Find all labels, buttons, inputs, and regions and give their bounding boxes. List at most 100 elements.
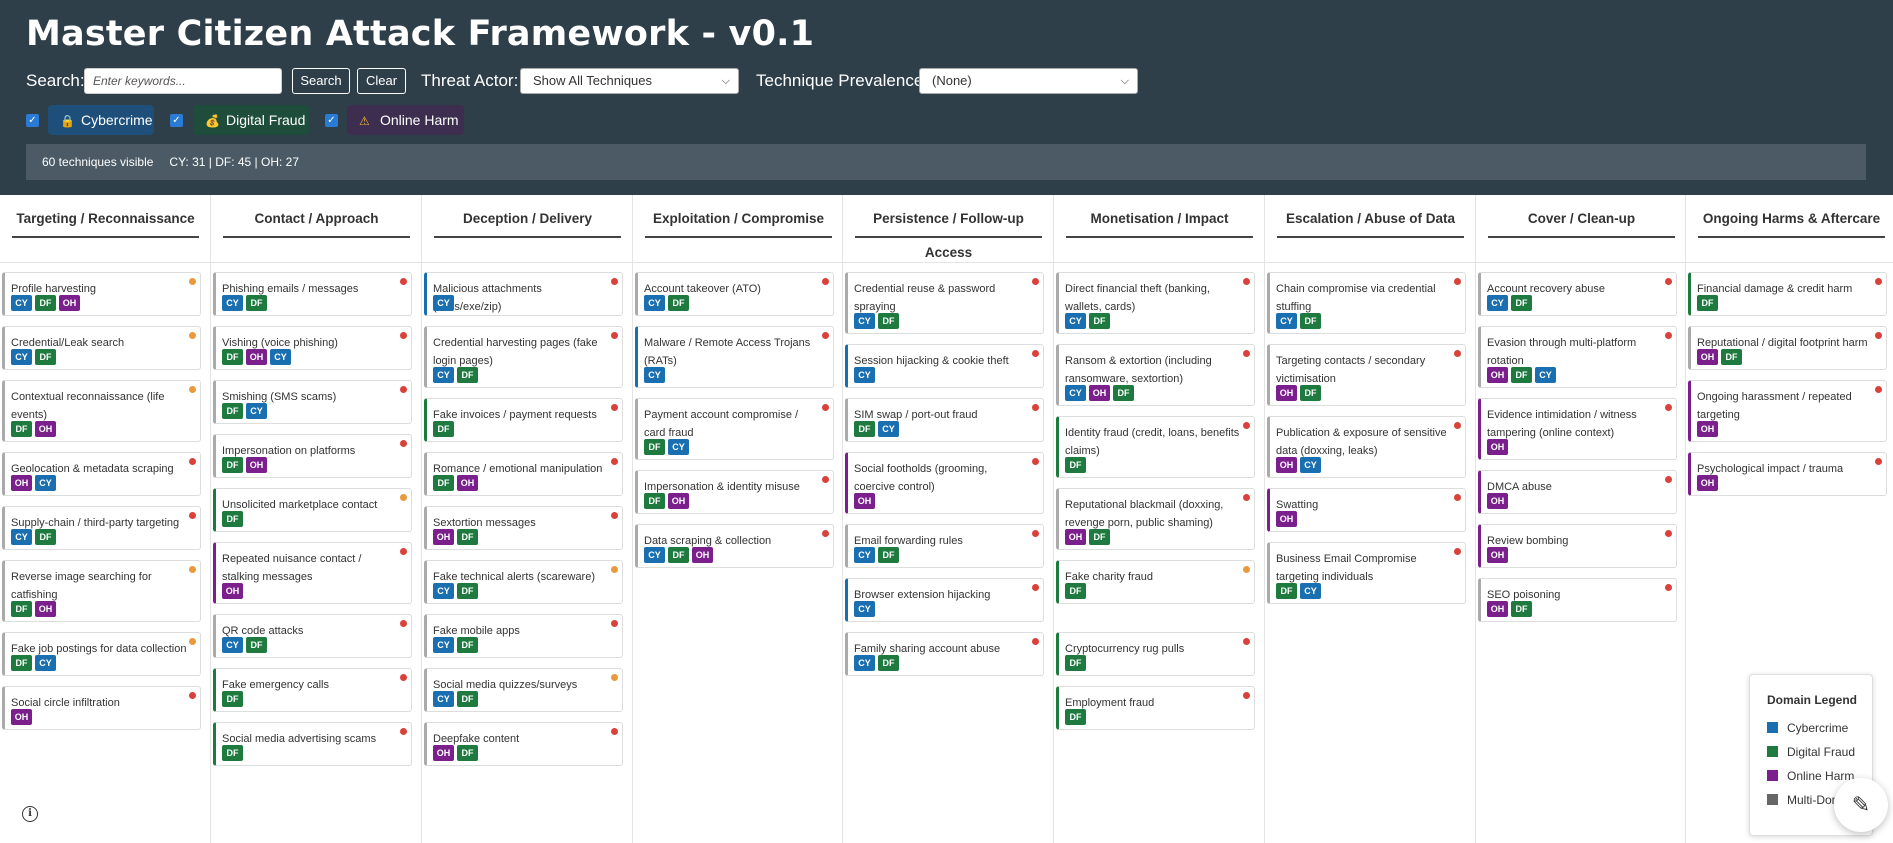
technique-card[interactable]: Social circle infiltration OH [2, 686, 201, 730]
technique-card[interactable]: Social footholds (grooming, coercive con… [845, 452, 1044, 514]
domain-tags: OH [1487, 493, 1508, 509]
clear-button[interactable]: Clear [357, 68, 406, 94]
prevalence-dot [1875, 458, 1882, 465]
prevalence-dot [1665, 530, 1672, 537]
technique-card[interactable]: QR code attacks CY DF [213, 614, 412, 658]
technique-card[interactable]: Evidence intimidation / witness tamperin… [1478, 398, 1677, 460]
technique-card[interactable]: Data scraping & collection CY DF OH [635, 524, 834, 568]
domain-tags: OH [1487, 439, 1508, 455]
legend-label: Cybercrime [1787, 721, 1849, 735]
technique-card[interactable]: Smishing (SMS scams) DF CY [213, 380, 412, 424]
domain-tag: OH [854, 493, 875, 509]
technique-card[interactable]: Publication & exposure of sensitive data… [1267, 416, 1466, 478]
technique-card[interactable]: Contextual reconnaissance (life events) D… [2, 380, 201, 442]
pencil-icon[interactable]: ✎ [1834, 778, 1888, 832]
technique-card[interactable]: SIM swap / port-out fraud DF CY [845, 398, 1044, 442]
technique-card[interactable]: Fake invoices / payment requests DF [424, 398, 623, 442]
domain-tags: DF CY [11, 655, 56, 671]
technique-card[interactable]: Psychological impact / trauma OH [1688, 452, 1887, 496]
search-input[interactable]: Enter keywords... [84, 68, 282, 94]
search-button[interactable]: Search [292, 68, 350, 94]
technique-card[interactable]: Credential harvesting pages (fake login … [424, 326, 623, 388]
filter-online-harm[interactable]: ⚠ Online Harm [347, 105, 464, 135]
filter-cybercrime[interactable]: 🔒 Cybercrime [48, 105, 154, 135]
domain-tags: DF [1065, 709, 1086, 725]
technique-card[interactable]: Malicious attachments (docs/exe/zip) CY [424, 272, 623, 316]
technique-card[interactable]: Ransom & extortion (including ransomware… [1056, 344, 1255, 406]
technique-card[interactable]: Direct financial theft (banking, wallets… [1056, 272, 1255, 334]
technique-card[interactable]: Social media quizzes/surveys CY DF [424, 668, 623, 712]
column-underline [1066, 236, 1253, 238]
technique-card[interactable]: Cryptocurrency rug pulls DF [1056, 632, 1255, 676]
technique-card[interactable]: Geolocation & metadata scraping OH CY [2, 452, 201, 496]
technique-card[interactable]: Fake job postings for data collection DF C… [2, 632, 201, 676]
domain-tag: CY [35, 475, 56, 491]
technique-card[interactable]: Romance / emotional manipulation DF OH [424, 452, 623, 496]
technique-card[interactable]: Family sharing account abuse CY DF [845, 632, 1044, 676]
technique-card[interactable]: Session hijacking & cookie theft CY [845, 344, 1044, 388]
technique-card[interactable]: Credential reuse & password spraying CY DF [845, 272, 1044, 334]
technique-name: Publication & exposure of sensitive data… [1276, 427, 1447, 457]
technique-card[interactable]: Fake emergency calls DF [213, 668, 412, 712]
domain-tags: DF OH CY [222, 349, 291, 365]
technique-card[interactable]: Financial damage & credit harm DF [1688, 272, 1887, 316]
technique-card[interactable]: Browser extension hijacking CY [845, 578, 1044, 622]
technique-card[interactable]: Evasion through multi-platform rotation O… [1478, 326, 1677, 388]
prevalence-dot [1032, 350, 1039, 357]
technique-card[interactable]: Impersonation on platforms DF OH [213, 434, 412, 478]
technique-card[interactable]: Ongoing harassment / repeated targeting O… [1688, 380, 1887, 442]
technique-card[interactable]: Phishing emails / messages CY DF [213, 272, 412, 316]
column-header: Exploitation / Compromise [645, 202, 832, 238]
domain-tag: DF [1065, 655, 1086, 671]
threat-actor-select[interactable]: Show All Techniques ⌵ [520, 68, 739, 94]
technique-card[interactable]: Identity fraud (credit, loans, benefits … [1056, 416, 1255, 478]
info-icon[interactable]: i [22, 806, 38, 822]
technique-card[interactable]: Deepfake content OH DF [424, 722, 623, 766]
technique-card[interactable]: Supply-chain / third-party targeting CY DF [2, 506, 201, 550]
technique-card[interactable]: DMCA abuse OH [1478, 470, 1677, 514]
technique-card[interactable]: Business Email Compromise targeting indi… [1267, 542, 1466, 604]
prevalence-dot [1243, 350, 1250, 357]
filter-digital-fraud[interactable]: 💰 Digital Fraud [193, 105, 309, 135]
column-underline [1277, 236, 1464, 238]
technique-card[interactable]: Unsolicited marketplace contact DF [213, 488, 412, 532]
technique-card[interactable]: Sextortion messages OH DF [424, 506, 623, 550]
domain-tag: CY [1065, 313, 1086, 329]
technique-card[interactable]: Reputational / digital footprint harm OH D… [1688, 326, 1887, 370]
technique-card[interactable]: Vishing (voice phishing) DF OH CY [213, 326, 412, 370]
technique-card[interactable]: Fake technical alerts (scareware) CY DF [424, 560, 623, 604]
prevalence-dot [611, 620, 618, 627]
technique-card[interactable]: Impersonation & identity misuse DF OH [635, 470, 834, 514]
checkbox-cybercrime[interactable]: ✓ [26, 114, 39, 127]
technique-card[interactable]: Swatting OH [1267, 488, 1466, 532]
column-divider [1685, 195, 1686, 843]
technique-card[interactable]: Repeated nuisance contact / stalking mes… [213, 542, 412, 604]
prevalence-select[interactable]: (None) ⌵ [919, 68, 1138, 94]
technique-card[interactable]: Review bombing OH [1478, 524, 1677, 568]
technique-card[interactable]: Employment fraud DF [1056, 686, 1255, 730]
checkbox-online-harm[interactable]: ✓ [325, 114, 338, 127]
technique-card[interactable]: Reverse image searching for catfishing DF… [2, 560, 201, 622]
domain-tags: OH [1697, 421, 1718, 437]
technique-card[interactable]: SEO poisoning OH DF [1478, 578, 1677, 622]
prevalence-dot [400, 494, 407, 501]
technique-card[interactable]: Fake charity fraud DF [1056, 560, 1255, 604]
prevalence-dot [400, 386, 407, 393]
domain-tag: DF [1113, 385, 1134, 401]
prevalence-dot [1875, 332, 1882, 339]
technique-card[interactable]: Reputational blackmail (doxxing, revenge… [1056, 488, 1255, 550]
technique-card[interactable]: Account recovery abuse CY DF [1478, 272, 1677, 316]
technique-card[interactable]: Account takeover (ATO) CY DF [635, 272, 834, 316]
technique-name: Identity fraud (credit, loans, benefits … [1065, 427, 1240, 457]
technique-card[interactable]: Malware / Remote Access Trojans (RATs) CY [635, 326, 834, 388]
technique-card[interactable]: Social media advertising scams DF [213, 722, 412, 766]
technique-card[interactable]: Email forwarding rules CY DF [845, 524, 1044, 568]
technique-card[interactable]: Profile harvesting CY DF OH [2, 272, 201, 316]
technique-card[interactable]: Payment account compromise / card fraud D… [635, 398, 834, 460]
checkbox-digital-fraud[interactable]: ✓ [170, 114, 183, 127]
technique-card[interactable]: Targeting contacts / secondary victimisa… [1267, 344, 1466, 406]
technique-card[interactable]: Fake mobile apps CY DF [424, 614, 623, 658]
domain-tags: OH DF [433, 529, 478, 545]
technique-card[interactable]: Chain compromise via credential stuffing… [1267, 272, 1466, 334]
technique-card[interactable]: Credential/Leak search CY DF [2, 326, 201, 370]
